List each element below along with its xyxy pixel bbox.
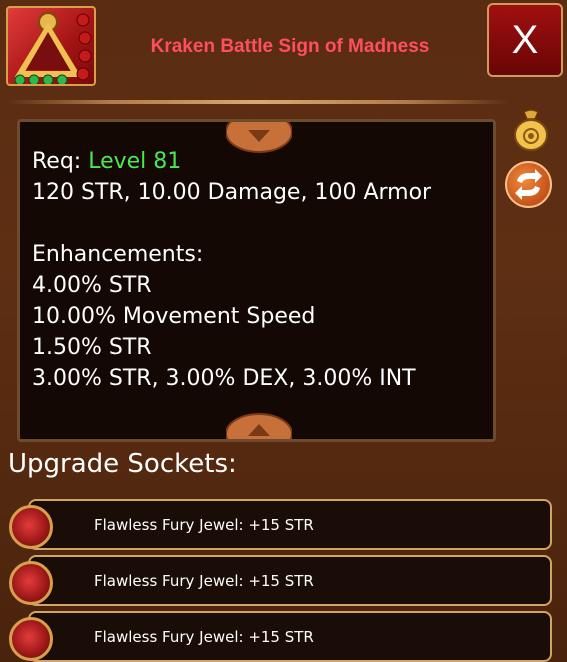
coin-bag-icon — [514, 109, 548, 151]
requirement-label: Req: — [32, 149, 82, 174]
enhancement-item: 1.50% STR — [32, 335, 152, 360]
enhancement-item: 4.00% STR — [32, 273, 152, 298]
item-title: Kraken Battle Sign of Madness — [150, 36, 430, 57]
red-jewel-icon — [9, 505, 53, 549]
red-jewel-icon — [9, 561, 53, 605]
socket-row[interactable]: Flawless Fury Jewel: +15 STR — [28, 555, 552, 606]
socket-text: Flawless Fury Jewel: +15 STR — [94, 516, 314, 534]
divider — [8, 100, 508, 104]
item-icon — [6, 6, 96, 86]
enhancement-item: 3.00% STR, 3.00% DEX, 3.00% INT — [32, 366, 416, 391]
base-stats: 120 STR, 10.00 Damage, 100 Armor — [32, 180, 432, 205]
swap-arrows-icon — [515, 169, 542, 200]
close-button[interactable]: X — [487, 3, 563, 77]
red-jewel-icon — [9, 617, 53, 661]
socket-row[interactable]: Flawless Fury Jewel: +15 STR — [28, 611, 552, 662]
enhancement-item: 10.00% Movement Speed — [32, 304, 316, 329]
socket-text: Flawless Fury Jewel: +15 STR — [94, 572, 314, 590]
chevron-up-icon — [225, 413, 293, 439]
coin-bag-button[interactable] — [511, 108, 551, 151]
enhancements-header: Enhancements: — [32, 242, 204, 267]
socket-text: Flawless Fury Jewel: +15 STR — [94, 628, 314, 646]
pendant-icon — [14, 12, 92, 84]
socket-row[interactable]: Flawless Fury Jewel: +15 STR — [28, 499, 552, 550]
upgrade-sockets-header: Upgrade Sockets: — [8, 449, 237, 479]
scroll-down-button[interactable] — [225, 412, 293, 439]
item-details-panel: Req: Level 81 120 STR, 10.00 Damage, 100… — [17, 119, 496, 442]
item-stats: Req: Level 81 120 STR, 10.00 Damage, 100… — [32, 146, 492, 394]
swap-button[interactable] — [505, 161, 552, 208]
requirement-level: Level 81 — [88, 149, 182, 174]
requirement-line: Req: Level 81 — [32, 146, 492, 177]
